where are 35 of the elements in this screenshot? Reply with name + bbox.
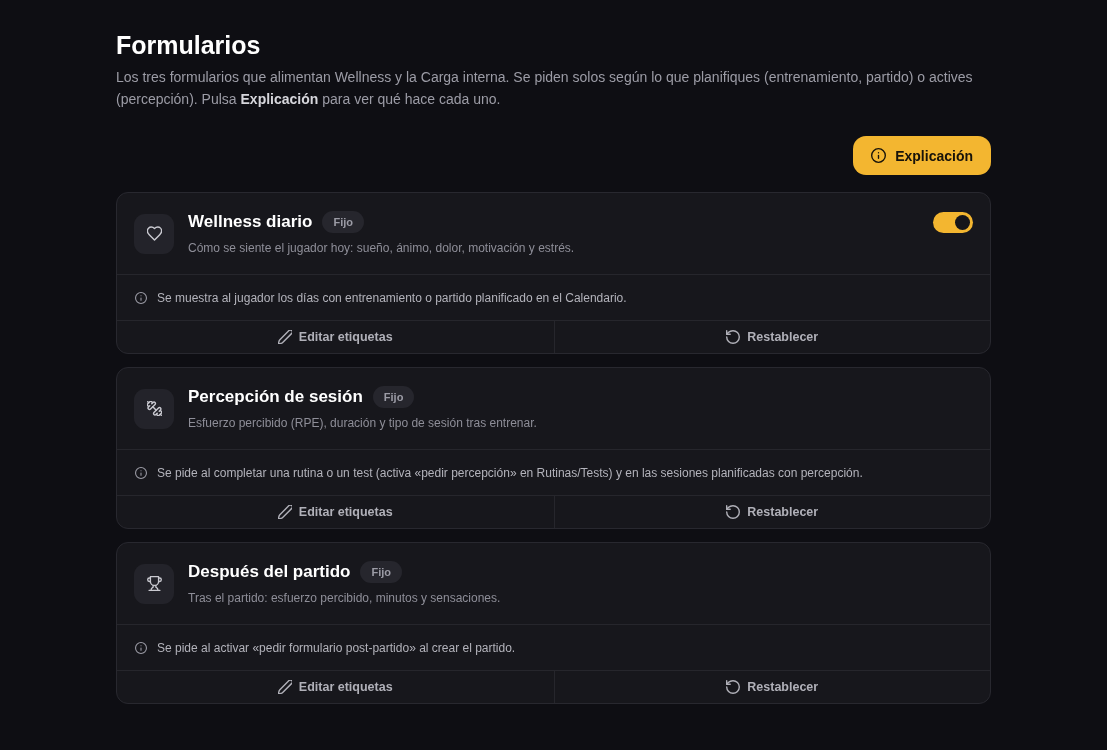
fixed-badge: Fijo <box>360 561 403 583</box>
reset-button[interactable]: Restablecer <box>553 321 990 353</box>
pencil-icon <box>277 330 292 344</box>
reset-icon <box>726 505 741 519</box>
form-description: Cómo se siente el jugador hoy: sueño, ánimo, dolor, motivación y estrés. <box>188 240 576 257</box>
edit-labels-button[interactable]: Editar etiquetas <box>117 321 554 353</box>
pencil-icon <box>277 680 292 694</box>
reset-button[interactable]: Restablecer <box>553 496 990 528</box>
reset-icon <box>726 680 741 694</box>
fixed-badge: Fijo <box>322 211 364 233</box>
pencil-icon <box>277 505 292 519</box>
info-text: Se pide al completar una rutina o un test (activa «pedir percepción» en Rutinas/Tests) y en las sesiones planificadas con percepción. <box>157 464 863 481</box>
info-text: Se muestra al jugador los días con entrenamiento o partido planificado en el Calendario. <box>157 289 627 306</box>
explanation-button[interactable]: Explicación <box>853 136 991 175</box>
trophy-icon <box>134 563 174 604</box>
edit-labels-button[interactable]: Editar etiquetas <box>117 496 554 528</box>
form-description: Esfuerzo percibido (RPE), duración y tipo de sesión tras entrenar. <box>188 415 538 432</box>
page-title: Formularios <box>116 30 262 60</box>
dumbbell-icon <box>134 388 174 429</box>
form-title: Después del partido <box>188 561 351 583</box>
info-icon <box>135 641 147 654</box>
info-text: Se pide al activar «pedir formulario post-partido» al crear el partido. <box>157 639 516 656</box>
page-description: Los tres formularios que alimentan Wellness y la Carga interna. Se piden solos según lo que planifiques (entrenamiento, partido) o actives (percepción). Pulsa Explicación para ver qué hace cada uno. <box>116 68 974 109</box>
fixed-badge: Fijo <box>372 386 415 408</box>
reset-icon <box>726 330 741 344</box>
form-title: Wellness diario <box>188 211 313 233</box>
reset-button[interactable]: Restablecer <box>553 671 990 703</box>
form-title: Percepción de sesión <box>188 386 363 408</box>
edit-labels-button[interactable]: Editar etiquetas <box>117 671 554 703</box>
info-icon <box>135 291 147 304</box>
info-icon <box>871 148 887 163</box>
toggle-switch[interactable] <box>933 212 973 233</box>
info-icon <box>135 466 147 479</box>
form-description: Tras el partido: esfuerzo percibido, minutos y sensaciones. <box>188 590 502 607</box>
heart-icon <box>134 213 174 254</box>
